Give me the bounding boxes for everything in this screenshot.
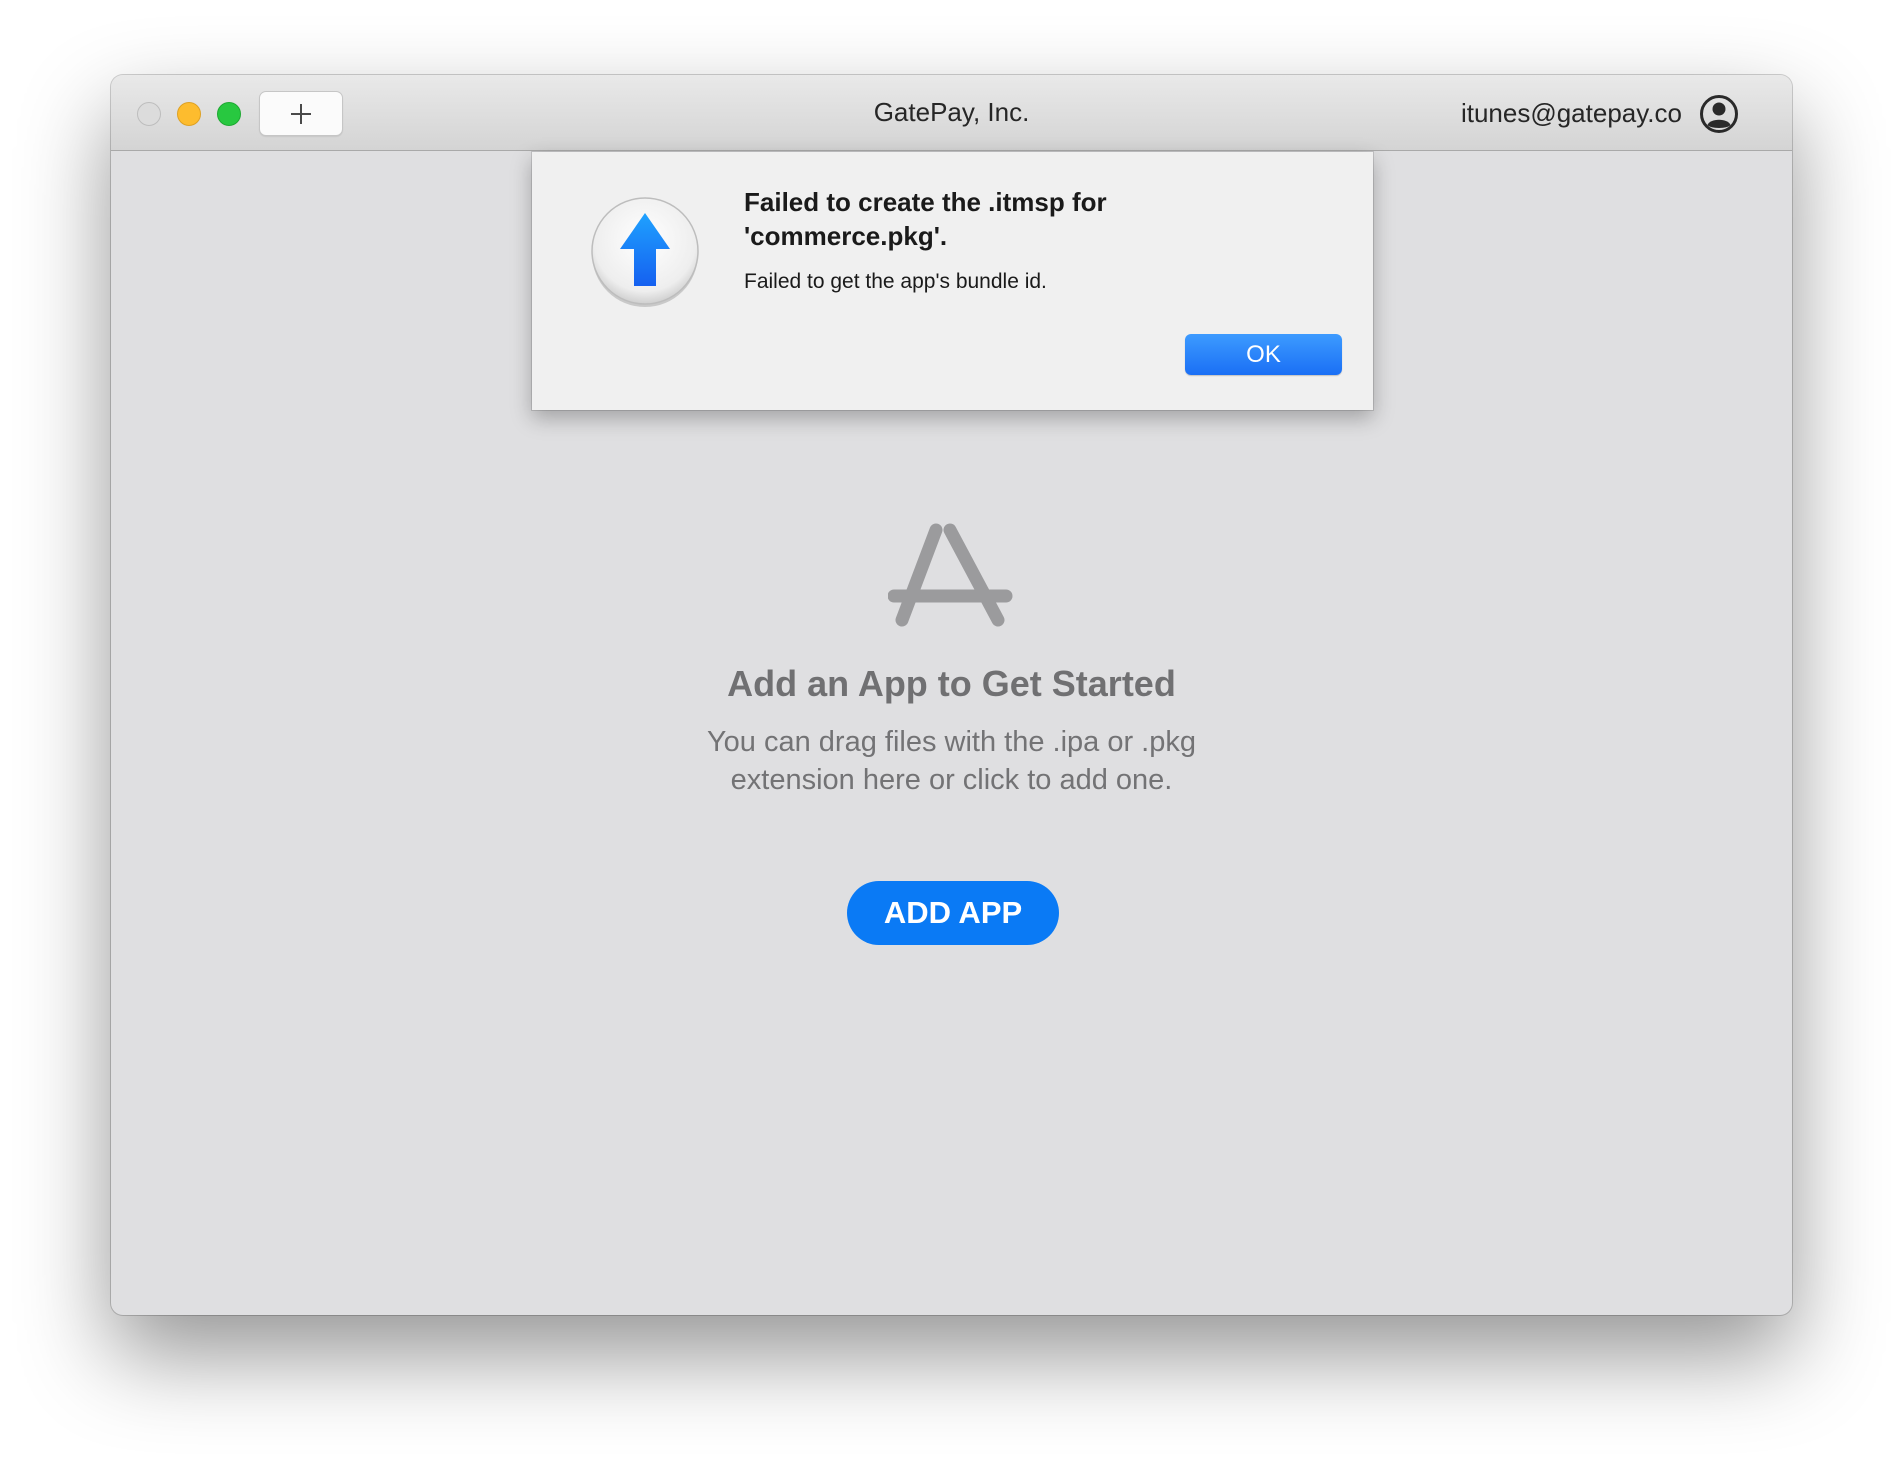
app-window: GatePay, Inc. itunes@gatepay.co Failed t…: [111, 75, 1792, 1315]
account-email[interactable]: itunes@gatepay.co: [1461, 98, 1682, 129]
add-app-button[interactable]: ADD APP: [847, 881, 1059, 945]
empty-state-subtitle-line: You can drag files with the .ipa or .pkg: [706, 726, 1196, 758]
empty-state-subtitle-line: extension here or click to add one.: [730, 764, 1173, 796]
alert-message: Failed to get the app's bundle id.: [744, 270, 1047, 293]
alert-title: Failed to create the .itmsp for 'commerc…: [744, 187, 1107, 251]
app-store-icon: [888, 523, 1013, 627]
title-bar: GatePay, Inc. itunes@gatepay.co: [111, 75, 1792, 151]
empty-state-title: Add an App to Get Started: [727, 663, 1176, 704]
account-icon[interactable]: [1699, 94, 1739, 134]
ok-button[interactable]: OK: [1185, 334, 1342, 375]
upload-arrow-icon: [591, 197, 699, 307]
empty-state-subtitle: You can drag files with the .ipa or .pkg…: [111, 723, 1792, 799]
error-alert-dialog: Failed to create the .itmsp for 'commerc…: [532, 152, 1373, 410]
